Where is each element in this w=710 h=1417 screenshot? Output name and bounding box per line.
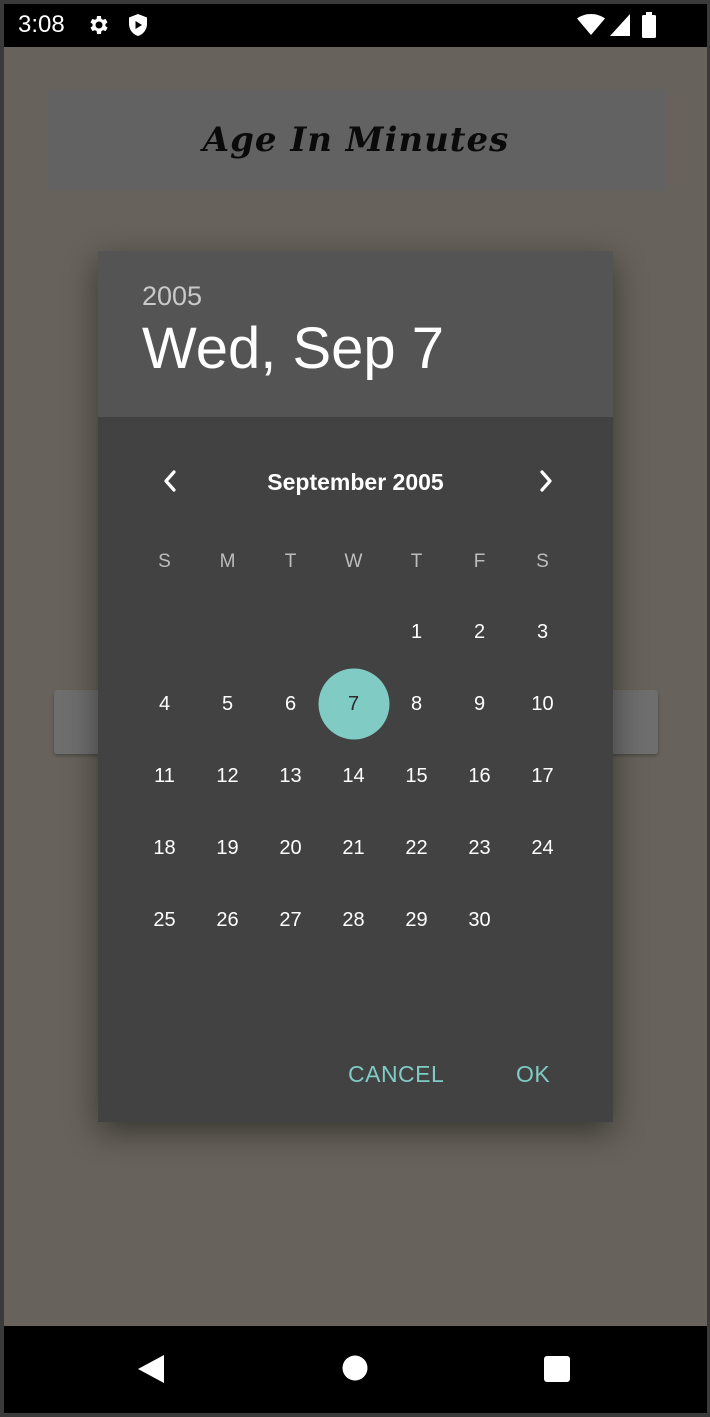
next-month-button[interactable] <box>522 457 570 505</box>
calendar-day-label: 23 <box>468 836 491 859</box>
calendar-day-29[interactable]: 29 <box>385 884 448 956</box>
calendar-day-8[interactable]: 8 <box>385 668 448 740</box>
calendar-day-label: 28 <box>342 908 365 931</box>
calendar-day-21[interactable]: 21 <box>322 812 385 884</box>
date-picker-header: 2005 Wed, Sep 7 <box>98 251 613 417</box>
calendar-day-label: 17 <box>531 764 554 787</box>
weekday-label: F <box>473 551 486 572</box>
calendar-day-label: 18 <box>153 836 176 859</box>
weekday-label: S <box>536 551 549 572</box>
calendar-day-empty <box>259 596 322 668</box>
calendar-day-label: 6 <box>284 692 297 715</box>
weekday-label: T <box>284 551 297 572</box>
calendar-day-3[interactable]: 3 <box>511 596 574 668</box>
calendar-day-20[interactable]: 20 <box>259 812 322 884</box>
calendar-day-label: 11 <box>154 764 175 787</box>
chevron-right-icon <box>540 470 552 492</box>
calendar-day-label: 13 <box>279 764 302 787</box>
calendar-day-label: 20 <box>279 836 302 859</box>
calendar-day-26[interactable]: 26 <box>196 884 259 956</box>
weekday-label: S <box>158 551 171 572</box>
calendar-day-7[interactable]: 7 <box>322 668 385 740</box>
calendar-day-label: 7 <box>347 692 360 715</box>
calendar-day-6[interactable]: 6 <box>259 668 322 740</box>
calendar-day-label: 14 <box>342 764 365 787</box>
signal-icon <box>610 14 630 36</box>
calendar-day-label: 25 <box>153 908 176 931</box>
calendar-day-27[interactable]: 27 <box>259 884 322 956</box>
calendar-day-label: 3 <box>536 620 549 643</box>
calendar-day-2[interactable]: 2 <box>448 596 511 668</box>
calendar-day-22[interactable]: 22 <box>385 812 448 884</box>
calendar-day-19[interactable]: 19 <box>196 812 259 884</box>
calendar-day-label: 24 <box>531 836 554 859</box>
calendar-day-label: 8 <box>410 692 423 715</box>
calendar-day-label: 27 <box>279 908 302 931</box>
calendar-day-5[interactable]: 5 <box>196 668 259 740</box>
weekday-label: M <box>219 551 236 572</box>
shield-icon <box>129 14 147 36</box>
gear-icon <box>90 16 108 34</box>
weekday-header-row: S M T W T F S <box>133 551 574 581</box>
calendar-day-4[interactable]: 4 <box>133 668 196 740</box>
home-icon[interactable] <box>342 1355 368 1381</box>
app-title-bar: Age In Minutes <box>47 89 665 191</box>
calendar-day-23[interactable]: 23 <box>448 812 511 884</box>
calendar-day-empty <box>133 596 196 668</box>
calendar-day-16[interactable]: 16 <box>448 740 511 812</box>
ok-button[interactable]: OK <box>516 1061 550 1088</box>
battery-icon <box>642 12 656 38</box>
calendar-day-label: 5 <box>221 692 234 715</box>
calendar-day-15[interactable]: 15 <box>385 740 448 812</box>
app-title: Age In Minutes <box>202 120 510 160</box>
calendar-day-label: 21 <box>342 836 365 859</box>
calendar-day-24[interactable]: 24 <box>511 812 574 884</box>
status-bar: 3:08 <box>4 4 707 47</box>
device-screen: 3:08 Age In Minutes 2005 Wed, Sep 7 Sept… <box>4 4 707 1413</box>
calendar-day-label: 15 <box>405 764 428 787</box>
calendar-day-9[interactable]: 9 <box>448 668 511 740</box>
calendar-day-18[interactable]: 18 <box>133 812 196 884</box>
calendar-day-label: 10 <box>531 692 554 715</box>
wifi-icon <box>577 14 605 35</box>
calendar-day-label: 16 <box>468 764 491 787</box>
calendar-day-label: 1 <box>410 620 423 643</box>
calendar-days-grid: 1 2 3 4 5 6 7 8 9 10 11 12 13 14 15 16 17 18 19 20 21 22 23 24 2… <box>133 596 574 956</box>
calendar-day-14[interactable]: 14 <box>322 740 385 812</box>
recents-icon[interactable] <box>544 1356 570 1382</box>
calendar-day-label: 19 <box>216 836 239 859</box>
calendar-day-17[interactable]: 17 <box>511 740 574 812</box>
calendar-day-label: 9 <box>473 692 486 715</box>
header-date[interactable]: Wed, Sep 7 <box>142 315 444 382</box>
dialog-actions: CANCEL OK <box>98 1051 613 1101</box>
calendar-day-empty <box>511 884 574 956</box>
calendar-day-13[interactable]: 13 <box>259 740 322 812</box>
weekday-label: W <box>344 551 363 572</box>
calendar-day-1[interactable]: 1 <box>385 596 448 668</box>
cancel-button[interactable]: CANCEL <box>348 1061 444 1088</box>
calendar-day-11[interactable]: 11 <box>133 740 196 812</box>
calendar-day-label: 2 <box>473 620 486 643</box>
calendar-day-empty <box>196 596 259 668</box>
calendar-day-label: 30 <box>468 908 491 931</box>
calendar-day-label: 12 <box>216 764 239 787</box>
calendar-day-label: 22 <box>405 836 428 859</box>
calendar-day-10[interactable]: 10 <box>511 668 574 740</box>
calendar-day-label: 26 <box>216 908 239 931</box>
calendar-day-30[interactable]: 30 <box>448 884 511 956</box>
date-picker-dialog: 2005 Wed, Sep 7 September 2005 S M T W T… <box>98 251 613 1122</box>
calendar-day-28[interactable]: 28 <box>322 884 385 956</box>
calendar-day-label: 29 <box>405 908 428 931</box>
navigation-bar <box>4 1326 707 1413</box>
month-navigation: September 2005 <box>98 441 613 521</box>
weekday-label: T <box>410 551 423 572</box>
header-year[interactable]: 2005 <box>142 281 202 312</box>
calendar-day-empty <box>322 596 385 668</box>
back-icon[interactable] <box>136 1353 166 1385</box>
calendar-day-label: 4 <box>158 692 171 715</box>
calendar-day-25[interactable]: 25 <box>133 884 196 956</box>
status-time: 3:08 <box>18 11 65 38</box>
calendar-day-12[interactable]: 12 <box>196 740 259 812</box>
